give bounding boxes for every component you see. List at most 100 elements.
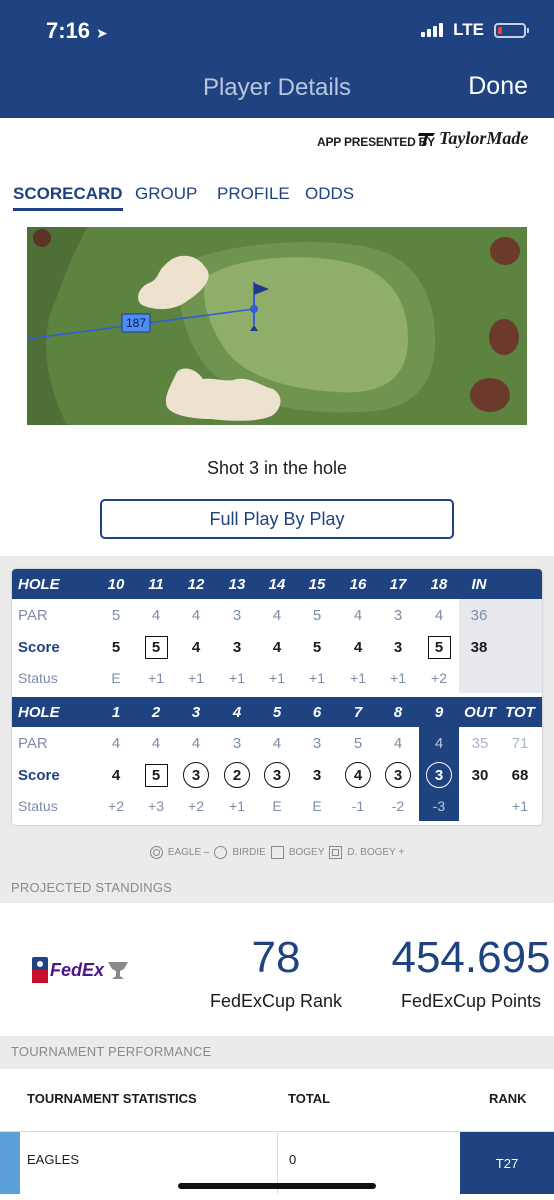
status-value: +2 xyxy=(188,798,204,814)
par-value: 4 xyxy=(191,606,201,624)
legend-birdie: BIRDIE xyxy=(232,847,266,858)
hole-number: 13 xyxy=(228,575,246,593)
tab-profile[interactable]: PROFILE xyxy=(217,184,290,204)
score-value-bogey: 5 xyxy=(136,631,176,663)
fedexcup-rank-value: 78 xyxy=(251,933,301,982)
battery-icon xyxy=(494,22,529,38)
par-value: 3 xyxy=(232,606,242,624)
bogey-box-icon: 5 xyxy=(144,635,168,659)
score-label: Score xyxy=(18,638,60,656)
status-value: +2 xyxy=(431,670,447,686)
status-value: +1 xyxy=(229,798,245,814)
fedexcup-logo: FedEx xyxy=(32,957,130,983)
score-value-bogey: 5 xyxy=(136,759,176,791)
front-nine-status-row: Status +2 +3 +2 +1 E E -1 -2 -3 +1 xyxy=(12,791,542,821)
par-out: 35 xyxy=(471,734,489,752)
status-value: -2 xyxy=(391,798,405,814)
score-value: 4 xyxy=(111,766,121,784)
score-value: 5 xyxy=(111,638,121,656)
fedex-wordmark: FedEx xyxy=(50,959,105,980)
score-value-bogey: 5 xyxy=(419,631,459,663)
birdie-circle-icon: 2 xyxy=(224,762,250,788)
tab-scorecard[interactable]: SCORECARD xyxy=(13,184,123,211)
in-label: IN xyxy=(471,575,487,593)
status-value: E xyxy=(272,798,282,814)
tournament-performance-table: TOURNAMENT STATISTICS TOTAL RANK EAGLES … xyxy=(0,1069,554,1200)
par-value: 4 xyxy=(151,734,161,752)
status-value: E xyxy=(111,670,121,686)
score-value: 5 xyxy=(312,638,322,656)
status-total: +1 xyxy=(512,798,528,814)
status-value: +1 xyxy=(148,670,164,686)
par-value: 3 xyxy=(393,606,403,624)
hole-section: 187 Shot 3 in the hole Full Play By Play xyxy=(0,220,554,556)
top-bar: 7:16 ➤ LTE Player Details Done xyxy=(0,0,554,118)
birdie-circle-icon: 3 xyxy=(264,762,290,788)
brand-wordmark: TaylorMade xyxy=(439,128,529,148)
legend-eagle: EAGLE – xyxy=(167,847,210,858)
front-nine-score-row: Score 4 5 3 2 3 3 4 3 3 30 68 xyxy=(12,759,542,791)
par-value: 4 xyxy=(434,606,444,624)
hole-number: 8 xyxy=(393,703,403,721)
status-label: Status xyxy=(18,670,58,686)
pga-tour-shield-icon xyxy=(32,957,48,983)
clock: 7:16 xyxy=(46,18,91,43)
birdie-circle-icon: 4 xyxy=(345,762,371,788)
par-value: 4 xyxy=(353,606,363,624)
hole-number: 14 xyxy=(268,575,286,593)
score-value-birdie: 3 xyxy=(378,759,418,791)
front-nine-par-row: PAR 4 4 4 3 4 3 5 4 4 35 71 xyxy=(12,727,542,759)
scorecard-table: HOLE 10 11 12 13 14 15 16 17 18 IN PAR 5… xyxy=(12,569,542,825)
bogey-box-icon: 5 xyxy=(427,635,451,659)
par-value: 4 xyxy=(151,606,161,624)
front-nine-header-row: HOLE 1 2 3 4 5 6 7 8 9 OUT TOT xyxy=(12,697,542,727)
column-header-rank: RANK xyxy=(489,1091,527,1106)
tab-group[interactable]: GROUP xyxy=(135,184,197,204)
home-indicator[interactable] xyxy=(178,1183,376,1189)
status-value: +1 xyxy=(229,670,245,686)
taylormade-logo: TaylorMade xyxy=(418,128,528,149)
ball-marker-icon xyxy=(250,305,258,313)
full-play-by-play-button[interactable]: Full Play By Play xyxy=(100,499,454,539)
hole-number: 1 xyxy=(111,703,121,721)
par-value: 5 xyxy=(353,734,363,752)
hole-number: 11 xyxy=(148,575,164,593)
hole-number: 17 xyxy=(389,575,407,593)
hole-number: 16 xyxy=(349,575,367,593)
taylormade-t-icon xyxy=(418,132,435,146)
fedexcup-points-value: 454.695 xyxy=(391,933,551,982)
back-nine-status-row: Status E +1 +1 +1 +1 +1 +1 +1 +2 xyxy=(12,663,542,693)
hole-number: 18 xyxy=(430,575,448,593)
par-value: 4 xyxy=(272,606,282,624)
bogey-icon xyxy=(270,846,284,859)
status-value: +1 xyxy=(269,670,285,686)
hole-number: 10 xyxy=(107,575,125,593)
score-value: 4 xyxy=(191,638,201,656)
birdie-circle-icon: 3 xyxy=(385,762,411,788)
done-button[interactable]: Done xyxy=(468,72,528,101)
stat-rank: T27 xyxy=(460,1132,554,1194)
shot-description: Shot 3 in the hole xyxy=(206,458,348,478)
tournament-performance-title: TOURNAMENT PERFORMANCE xyxy=(11,1044,212,1059)
tab-odds[interactable]: ODDS xyxy=(305,184,354,204)
status-value: +1 xyxy=(188,670,204,686)
hole-number: 6 xyxy=(312,703,322,721)
status-value-current: -3 xyxy=(432,798,446,814)
score-value-birdie: 4 xyxy=(338,759,378,791)
location-arrow-icon: ➤ xyxy=(96,25,108,41)
hole-label: HOLE xyxy=(18,703,60,721)
score-tot: 68 xyxy=(511,766,529,784)
legend-double-bogey: D. BOGEY + xyxy=(347,847,405,858)
stat-total: 0 xyxy=(289,1152,297,1167)
hole-map[interactable]: 187 xyxy=(27,227,527,425)
sponsor-bar: APP PRESENTED BY TaylorMade xyxy=(0,118,554,166)
projected-standings-title: PROJECTED STANDINGS xyxy=(11,880,173,895)
bogey-box-icon: 5 xyxy=(144,763,168,787)
birdie-circle-icon: 3 xyxy=(183,762,209,788)
score-value-birdie: 3 xyxy=(176,759,216,791)
par-total: 36 xyxy=(470,606,488,624)
status-value: E xyxy=(312,798,322,814)
fedexcup-trophy-icon xyxy=(108,962,129,979)
score-value: 4 xyxy=(353,638,363,656)
status-value: +1 xyxy=(350,670,366,686)
